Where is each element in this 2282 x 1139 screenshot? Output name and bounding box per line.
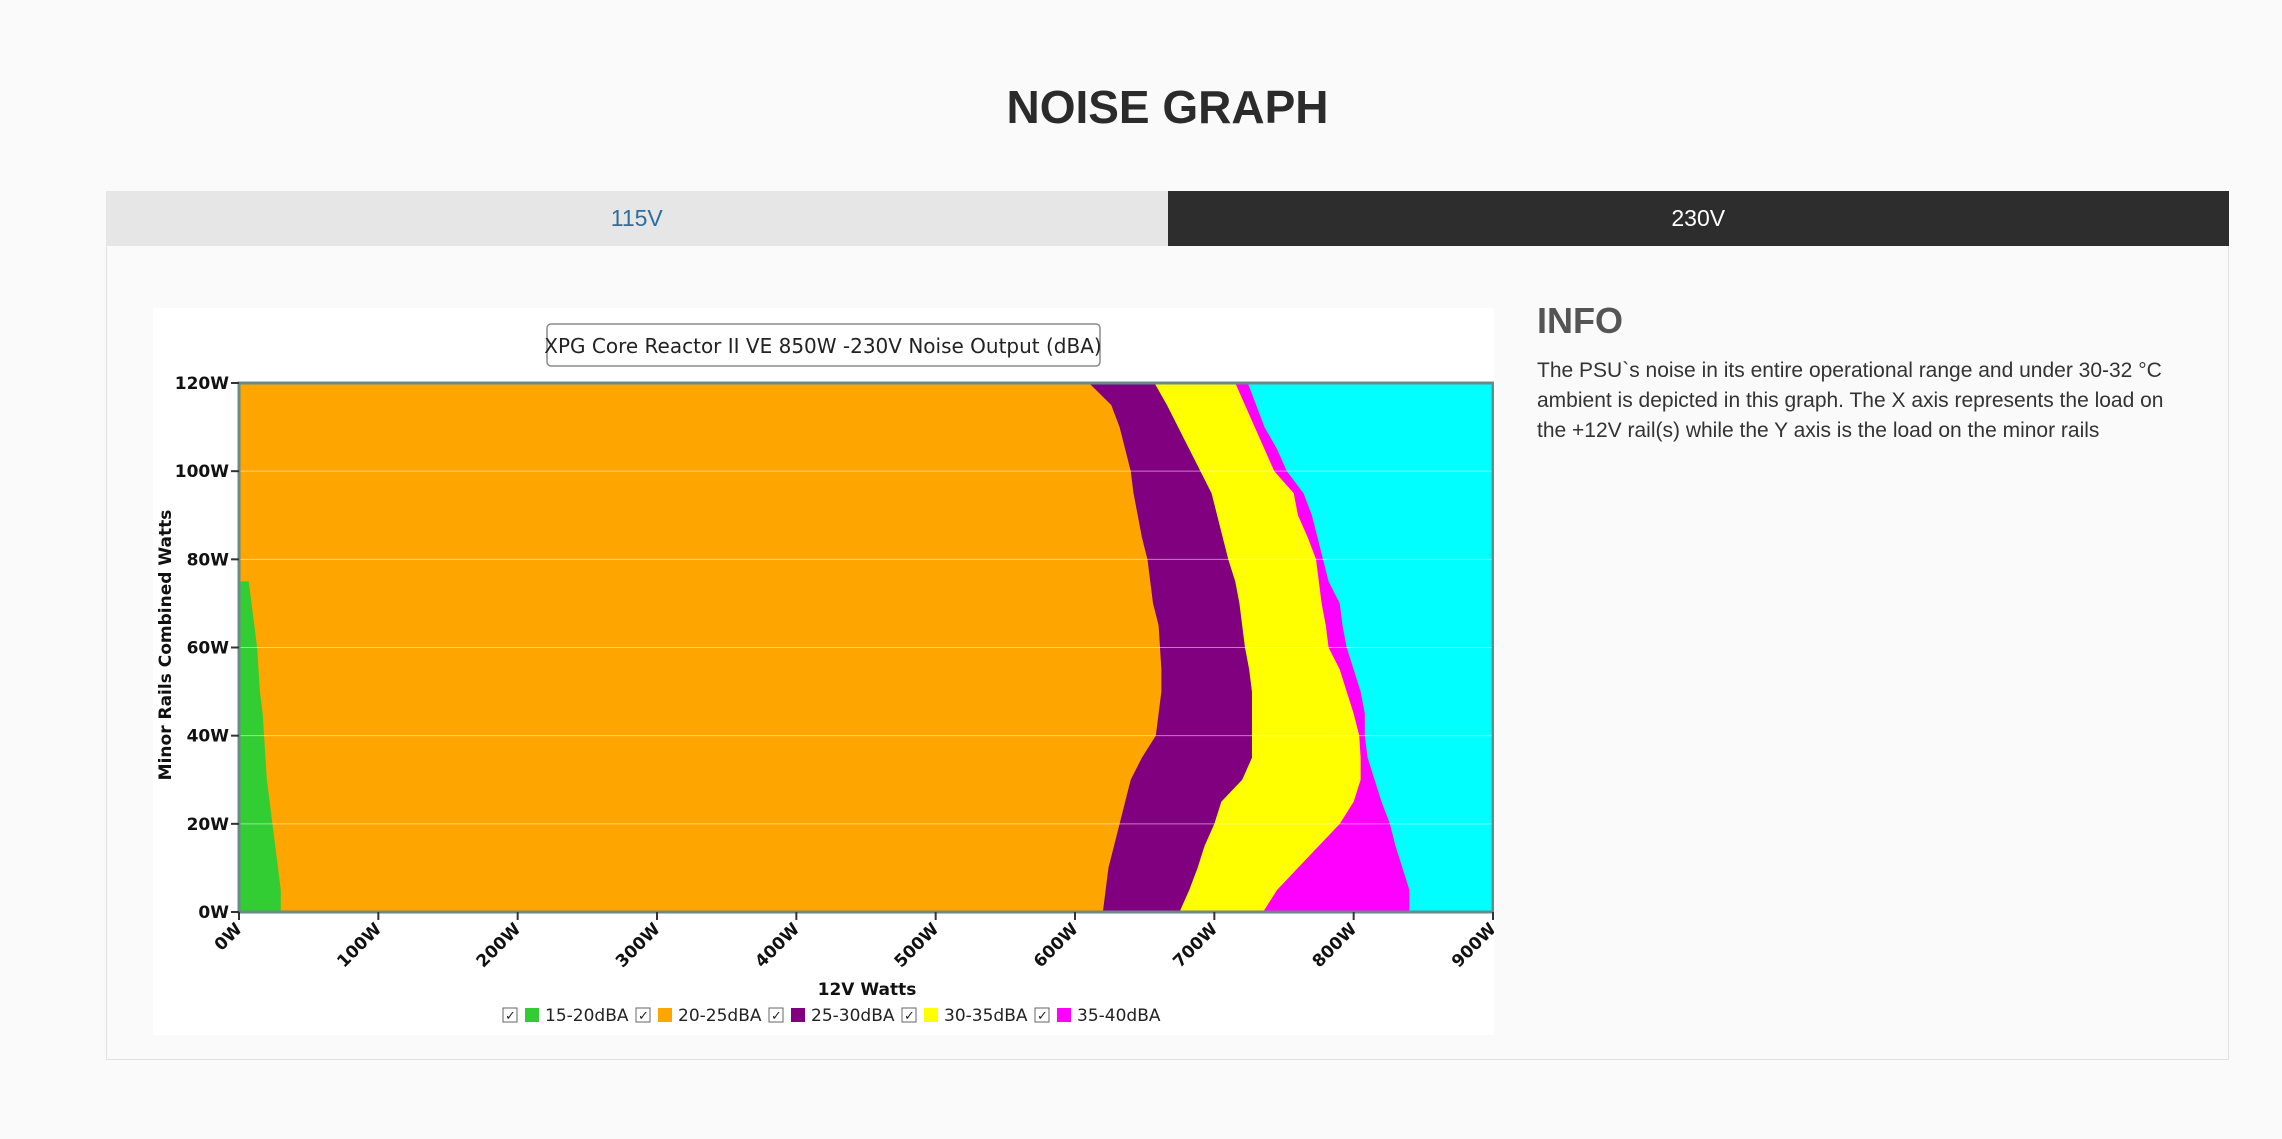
info-text: The PSU`s noise in its entire operationa… bbox=[1537, 359, 2164, 442]
y-tick-label: 80W bbox=[187, 550, 230, 570]
legend-item[interactable]: ✓ 25-30dBA bbox=[768, 1006, 895, 1026]
legend-item[interactable]: ✓ 20-25dBA bbox=[635, 1006, 762, 1026]
y-tick-label: 100W bbox=[175, 462, 229, 482]
tab-115v[interactable]: 115V bbox=[106, 191, 1168, 246]
legend-item[interactable]: ✓ 35-40dBA bbox=[1034, 1006, 1161, 1026]
check-icon: ✓ bbox=[904, 1009, 915, 1024]
legend-label: 25-30dBA bbox=[811, 1006, 895, 1026]
y-tick-label: 40W bbox=[187, 727, 230, 747]
legend-label: 30-35dBA bbox=[944, 1006, 1028, 1026]
x-tick-label: 900W bbox=[1448, 919, 1494, 972]
legend-swatch bbox=[525, 1008, 539, 1022]
x-axis: 0W 100W 200W 300W 400W 500W 600W 700W 800W 900W bbox=[211, 912, 1501, 972]
x-tick-label: 200W bbox=[473, 919, 526, 972]
page-title: NOISE GRAPH bbox=[1006, 81, 1329, 133]
x-tick-label: 100W bbox=[333, 919, 386, 972]
chart-title: XPG Core Reactor II VE 850W -230V Noise … bbox=[544, 334, 1101, 358]
voltage-tabs: 115V 230V bbox=[106, 191, 2229, 246]
x-tick-label: 600W bbox=[1030, 919, 1083, 972]
noise-chart-svg: 0W 20W 40W 60W 80W 100W 120W 0W 100W 200W 300W 400… bbox=[156, 323, 1501, 1026]
y-tick-label: 0W bbox=[198, 903, 229, 923]
x-tick-label: 0W bbox=[211, 919, 247, 955]
x-tick-label: 500W bbox=[891, 919, 944, 972]
legend-swatch bbox=[791, 1008, 805, 1022]
check-icon: ✓ bbox=[1037, 1009, 1048, 1024]
y-tick-label: 60W bbox=[187, 639, 230, 659]
x-tick-label: 400W bbox=[751, 919, 804, 972]
x-axis-label: 12V Watts bbox=[818, 980, 917, 1000]
legend-item[interactable]: ✓ 30-35dBA bbox=[901, 1006, 1028, 1026]
y-tick-label: 20W bbox=[187, 815, 230, 835]
info-heading: INFO bbox=[1537, 300, 1623, 341]
legend-item[interactable]: ✓ 15-20dBA bbox=[502, 1006, 629, 1026]
noise-chart: 0W 20W 40W 60W 80W 100W 120W 0W 100W 200W 300W 400… bbox=[153, 308, 1501, 1035]
y-axis: 0W 20W 40W 60W 80W 100W 120W bbox=[175, 374, 239, 923]
tab-230v[interactable]: 230V bbox=[1167, 191, 2229, 246]
legend-swatch bbox=[1057, 1008, 1071, 1022]
check-icon: ✓ bbox=[505, 1009, 516, 1024]
legend-swatch bbox=[658, 1008, 672, 1022]
info-section: INFO The PSU`s noise in its entire opera… bbox=[1537, 300, 2187, 446]
legend-swatch bbox=[924, 1008, 938, 1022]
legend-label: 20-25dBA bbox=[678, 1006, 762, 1026]
x-tick-label: 700W bbox=[1169, 919, 1222, 972]
legend: ✓ 15-20dBA ✓ 20-25dBA ✓ 25-30dBA ✓ 30-35dBA ✓ 35-… bbox=[502, 1006, 1161, 1026]
y-axis-label: Minor Rails Combined Watts bbox=[156, 510, 176, 781]
x-tick-label: 800W bbox=[1309, 919, 1362, 972]
x-tick-label: 300W bbox=[612, 919, 665, 972]
y-tick-label: 120W bbox=[175, 374, 229, 394]
check-icon: ✓ bbox=[771, 1009, 782, 1024]
legend-label: 15-20dBA bbox=[545, 1006, 629, 1026]
legend-label: 35-40dBA bbox=[1077, 1006, 1161, 1026]
chart-title-box: XPG Core Reactor II VE 850W -230V Noise … bbox=[544, 323, 1102, 367]
check-icon: ✓ bbox=[638, 1009, 649, 1024]
